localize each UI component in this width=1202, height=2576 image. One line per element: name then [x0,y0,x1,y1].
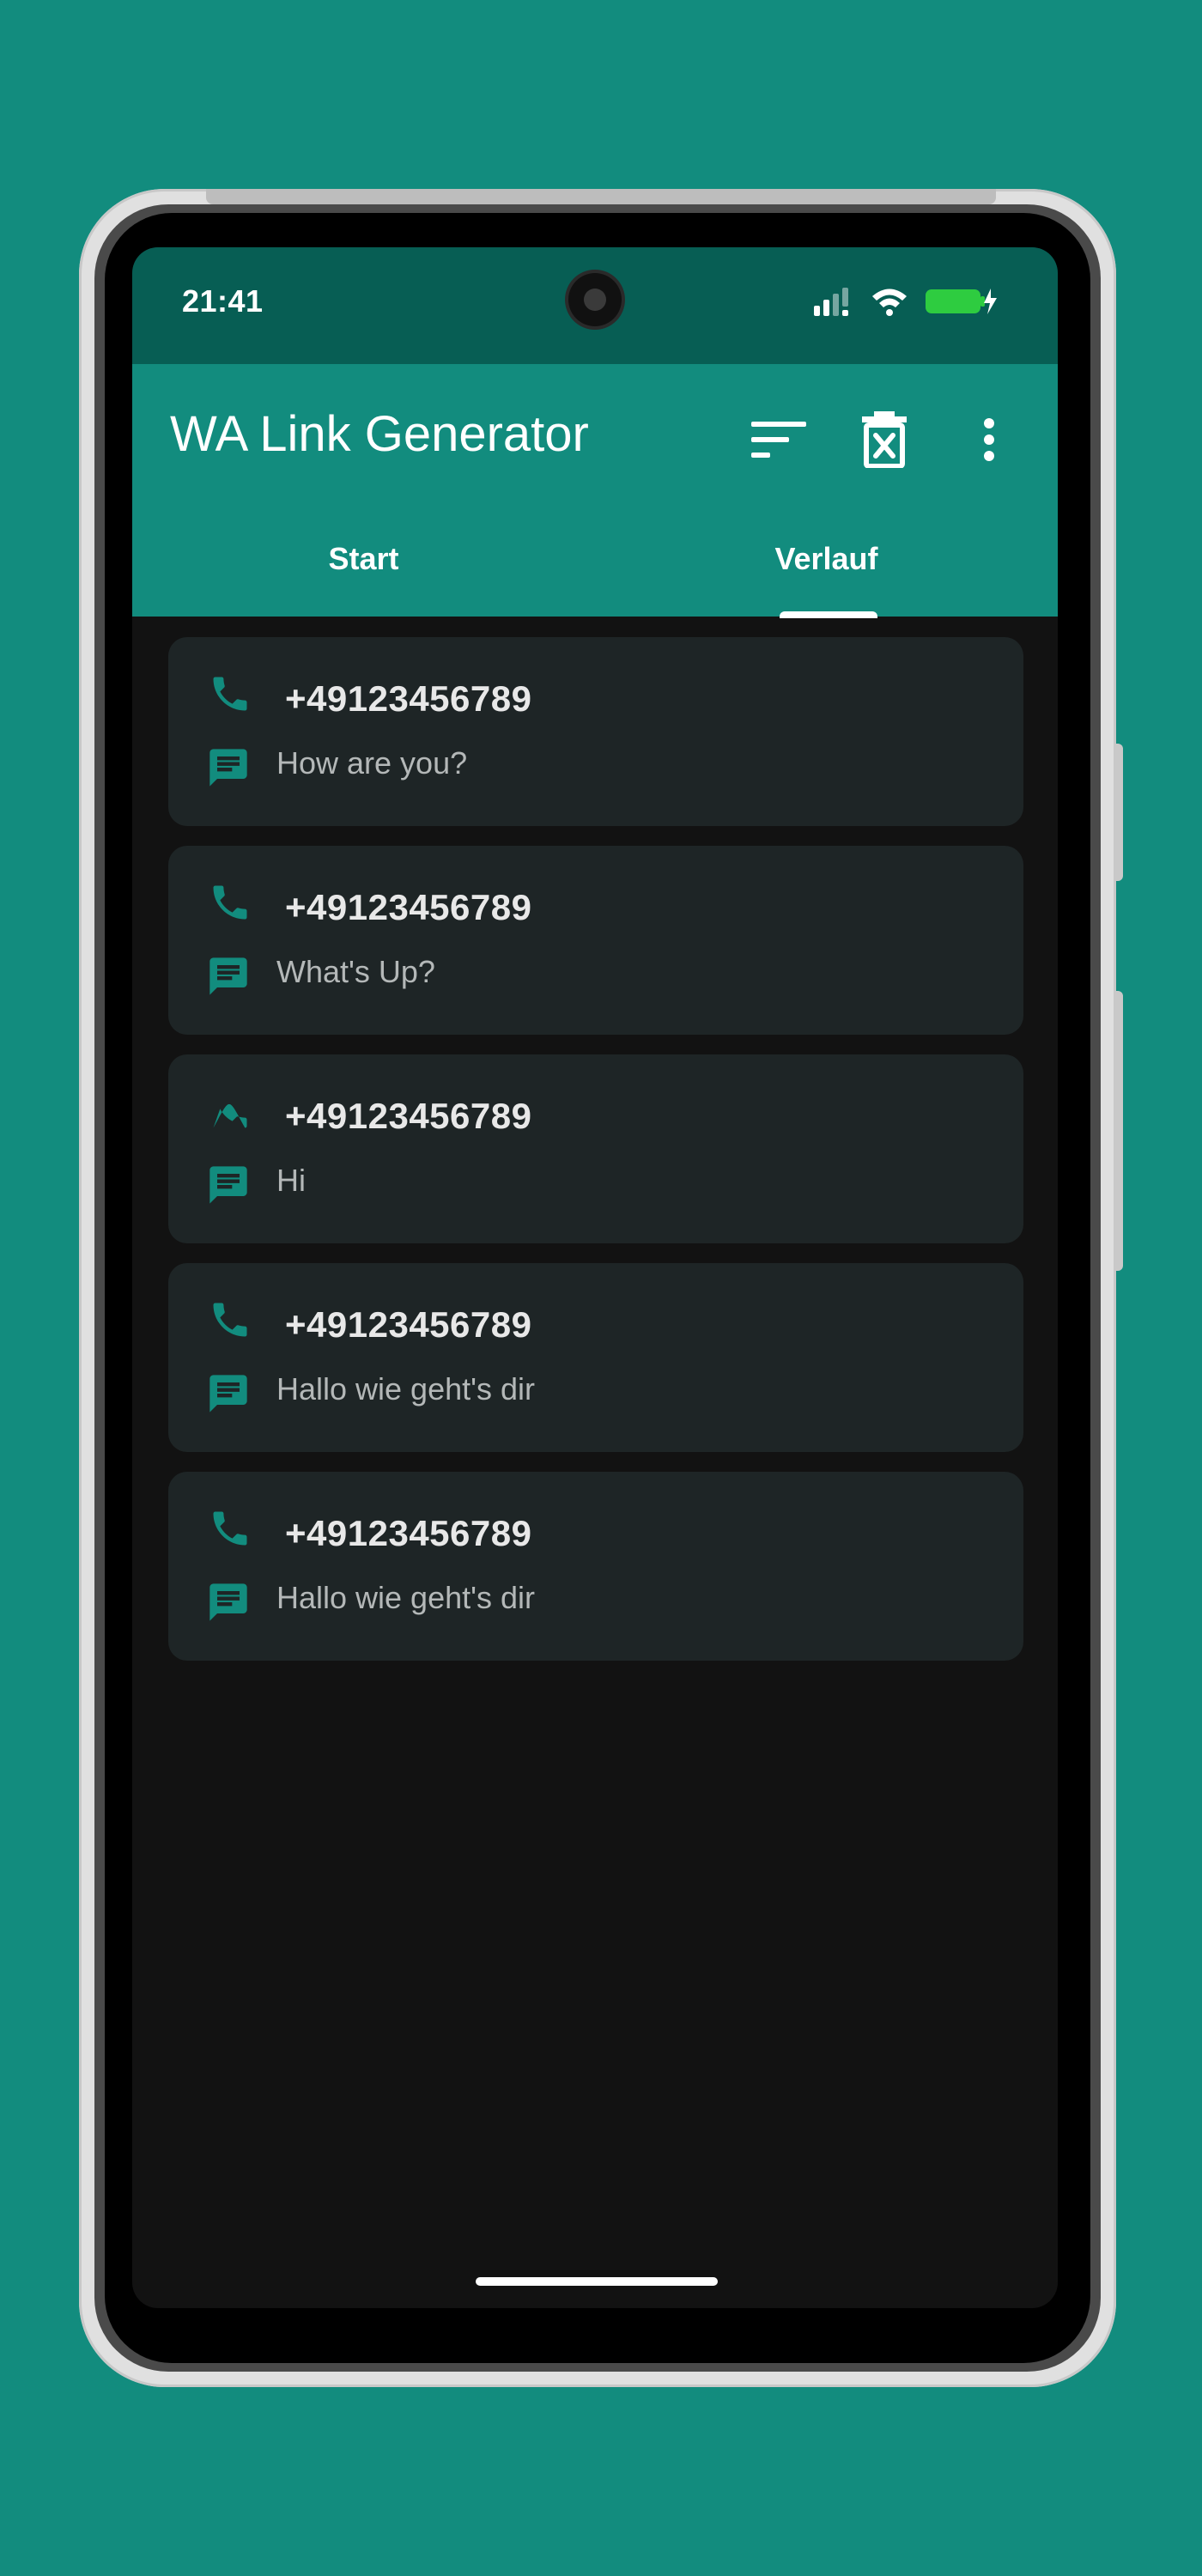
delete-all-icon [860,410,908,472]
phone-icon [208,1506,252,1555]
phone-screen: 21:41 WA Link Generator Start Verlauf +4… [132,247,1058,2308]
tab-indicator [780,611,877,618]
front-camera [568,273,622,326]
wifi-icon [871,287,908,320]
more-vert-icon [982,417,996,465]
battery-charging-icon [926,287,998,320]
signal-icon [814,287,853,320]
message-text: Hallo wie geht's dir [276,1371,536,1406]
history-card[interactable]: +49123456789 Hi [168,1054,1023,1243]
status-bar: 21:41 [132,247,1058,364]
message-icon [206,1580,251,1629]
phone-number: +49123456789 [285,678,532,719]
phone-number: +49123456789 [285,1096,532,1136]
phone-top-rim [206,189,996,204]
phone-icon [208,880,252,929]
phone-number: +49123456789 [285,887,532,927]
history-card[interactable]: +49123456789 Hallo wie geht's dir [168,1472,1023,1661]
history-card[interactable]: +49123456789 Hallo wie geht's dir [168,1263,1023,1452]
phone-number: +49123456789 [285,1513,532,1553]
message-text: What's Up? [276,954,435,989]
history-list: +49123456789 How are you? +49123456789 W… [168,637,1023,1680]
message-icon [206,1371,251,1420]
volume-button [1114,991,1123,1271]
power-button [1114,744,1123,881]
phone-icon [208,1297,252,1346]
sort-icon [751,420,808,464]
history-card[interactable]: +49123456789 What's Up? [168,846,1023,1035]
sort-button[interactable] [745,407,814,476]
message-text: How are you? [276,745,468,781]
tab-verlauf-label: Verlauf [774,541,878,576]
tab-verlauf[interactable]: Verlauf [595,532,1058,617]
tab-start[interactable]: Start [132,532,595,617]
phone-icon [208,1089,252,1138]
app-bar: WA Link Generator Start Verlauf [132,364,1058,618]
message-icon [206,745,251,794]
history-card[interactable]: +49123456789 How are you? [168,637,1023,826]
status-time: 21:41 [182,283,264,319]
tab-start-label: Start [328,541,399,576]
app-title: WA Link Generator [170,406,589,462]
message-text: Hallo wie geht's dir [276,1580,536,1615]
message-icon [206,954,251,1003]
phone-icon [208,671,252,720]
more-options-button[interactable] [963,407,1015,476]
phone-number: +49123456789 [285,1304,532,1345]
message-text: Hi [276,1163,306,1198]
status-icons [814,287,998,320]
home-indicator[interactable] [476,2277,718,2286]
message-icon [206,1163,251,1212]
delete-all-button[interactable] [850,407,919,476]
